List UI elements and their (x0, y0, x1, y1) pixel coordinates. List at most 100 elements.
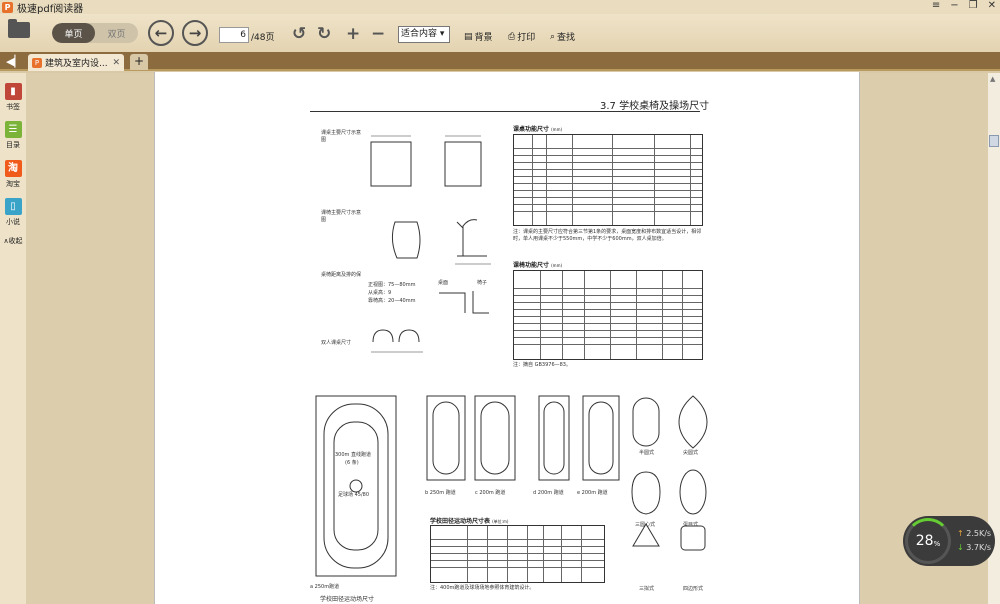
shape-label-5: 三拟式 (639, 586, 655, 592)
dim-label-4: 桌面 (438, 280, 449, 286)
track-table-title: 学校田径运动场尺寸表 (单位:m) (430, 516, 508, 525)
chair-table (513, 270, 703, 360)
chair-table-note: 注：摘自 GB3976—83。 (513, 362, 571, 368)
pdf-icon: P (32, 57, 42, 68)
desk-table-title-text: 课桌功能尺寸 (513, 126, 550, 133)
page-number-input[interactable]: 6 (219, 27, 249, 43)
document-tab[interactable]: P 建筑及室内设... ✕ (28, 54, 124, 71)
sidebar-label: 书签 (6, 103, 20, 111)
next-page-icon[interactable]: → (182, 20, 208, 46)
close-icon[interactable]: ✕ (988, 0, 996, 11)
shape-label-6: 四边形式 (683, 586, 704, 592)
sidebar-label: 淘宝 (6, 180, 20, 188)
dim-label-1: 正视图：75—80mm (368, 282, 416, 288)
track-table-note: 注：400m跑道及球场场地参照体育建筑设计。 (430, 585, 535, 591)
fit-mode-value: 适合内容 (401, 29, 438, 39)
shape-label-2: 尖圆式 (683, 450, 699, 456)
shape-label-1: 半圆式 (639, 450, 655, 456)
collapse-label: ∧收起 (3, 237, 23, 245)
running-d-label: d 200m 跑道 (533, 490, 564, 496)
football-label: 足球场 45/80 (338, 492, 369, 498)
desk-table-note: 注：课桌的主要尺寸应符合第三节第1条的要求，桌面宽度和排布数宜适当设计，相邻时，… (513, 229, 702, 242)
background-icon: ▤ (464, 31, 473, 42)
toolbar: 单页 双页 ← → 6 /48页 ↺ ↻ + − 适合内容 ▾ ▤ 背景 ⎙ 打印 … (0, 14, 1000, 52)
zoom-in-icon[interactable]: + (346, 24, 360, 44)
desk-table (513, 134, 703, 226)
upload-rate: ↑ 2.5K/s (957, 527, 991, 541)
app-icon: P (2, 1, 13, 13)
fit-mode-select[interactable]: 适合内容 ▾ (398, 26, 450, 43)
scroll-thumb[interactable] (989, 135, 999, 147)
label-distance: 桌椅距离及排的保 (321, 272, 362, 278)
single-page-button[interactable]: 单页 (52, 23, 95, 43)
chair-table-title-text: 课椅功能尺寸 (513, 262, 550, 269)
dim-label-2: 从桌高：9 (368, 290, 392, 296)
dim-label-3: 靠椅高：20—40mm (368, 298, 416, 304)
search-button[interactable]: ⌕ 查找 (550, 30, 575, 44)
sidebar-collapse[interactable]: ∧收起 (1, 236, 25, 246)
page-header: 3.7 学校桌椅及操场尺寸 (600, 101, 710, 112)
network-speed-widget: 28% ↑ 2.5K/s ↓ 3.7K/s (903, 516, 995, 566)
minimize-icon[interactable]: − (950, 0, 958, 11)
desk-diagram (370, 135, 482, 187)
taobao-icon: 淘 (4, 160, 22, 177)
restore-icon[interactable]: ❐ (969, 0, 978, 11)
sidebar-label: 小说 (6, 218, 20, 226)
print-button[interactable]: ⎙ 打印 (508, 30, 535, 44)
speed-rates: ↑ 2.5K/s ↓ 3.7K/s (957, 527, 991, 555)
label-chair: 课椅主要尺寸示意图 (321, 210, 362, 223)
track-table-title-text: 学校田径运动场尺寸表 (430, 518, 491, 525)
label-desk-front: 课桌主要尺寸示意图 (321, 130, 362, 143)
scroll-up-icon[interactable]: ▲ (990, 75, 995, 83)
sidebar: ▮ 书签 ☰ 目录 淘淘宝 ▯ 小说 ∧收起 (0, 73, 26, 604)
track-table-unit: (单位:m) (492, 519, 509, 524)
single-page-label: 单页 (64, 29, 83, 40)
search-icon: ⌕ (550, 31, 556, 42)
running-e-label: e 200m 跑道 (577, 490, 608, 496)
add-tab-button[interactable]: + (130, 54, 148, 70)
upload-arrow-icon: ↑ (957, 529, 964, 538)
desk-table-title: 课桌功能尺寸 (mm) (513, 124, 562, 133)
rotate-left-icon[interactable]: ↺ (292, 24, 306, 44)
chair-table-title: 课椅功能尺寸 (mm) (513, 260, 562, 269)
title-bar: P 极速pdf阅读器 ≡ − ❐ ✕ (0, 0, 1000, 15)
distance-diagram (439, 291, 489, 314)
track-caption: 学校田径运动场尺寸 (320, 596, 375, 603)
shape-label-4: 蛋目式 (683, 522, 699, 528)
header-rule (310, 111, 700, 112)
background-label: 背景 (474, 33, 493, 43)
sidebar-item-taobao[interactable]: 淘淘宝 (3, 160, 23, 189)
back-icon[interactable]: ◀▏ (6, 55, 23, 68)
sidebar-label: 目录 (6, 141, 20, 149)
double-page-label: 双页 (107, 29, 126, 40)
background-button[interactable]: ▤ 背景 (464, 30, 493, 44)
double-page-button[interactable]: 双页 (95, 23, 138, 43)
memory-usage-ring: 28% (905, 518, 951, 564)
sidebar-item-toc[interactable]: ☰ 目录 (3, 121, 23, 150)
page-mode-toggle: 单页 双页 (52, 23, 138, 43)
vertical-scrollbar[interactable]: ▲ (988, 73, 1000, 604)
app-title: 极速pdf阅读器 (17, 3, 84, 15)
running-a-label: a 250m跑道 (310, 584, 340, 590)
open-folder-icon[interactable] (8, 19, 30, 38)
dim-label-5: 椅子 (477, 280, 488, 286)
print-icon: ⎙ (508, 31, 516, 42)
download-rate: ↓ 3.7K/s (957, 541, 991, 555)
close-tab-icon[interactable]: ✕ (112, 58, 120, 68)
chevron-down-icon: ▾ (439, 29, 445, 39)
chair-table-unit: (mm) (551, 263, 563, 268)
usage-unit: % (933, 539, 941, 548)
track-table (430, 525, 605, 583)
rotate-right-icon[interactable]: ↻ (317, 24, 331, 44)
bookmark-icon: ▮ (4, 83, 22, 100)
prev-page-icon[interactable]: ← (148, 20, 174, 46)
tab-bar: ◀▏ P 建筑及室内设... ✕ + (0, 52, 1000, 71)
sidebar-item-novel[interactable]: ▯ 小说 (3, 198, 23, 227)
track-shapes-diagram (631, 395, 708, 551)
sidebar-item-bookmarks[interactable]: ▮ 书签 (3, 83, 23, 112)
menu-icon[interactable]: ≡ (932, 0, 940, 11)
total-pages: /48页 (251, 33, 275, 43)
desk-table-unit: (mm) (551, 127, 563, 132)
running-c-label: c 200m 跑道 (475, 490, 506, 496)
zoom-out-icon[interactable]: − (371, 24, 385, 44)
